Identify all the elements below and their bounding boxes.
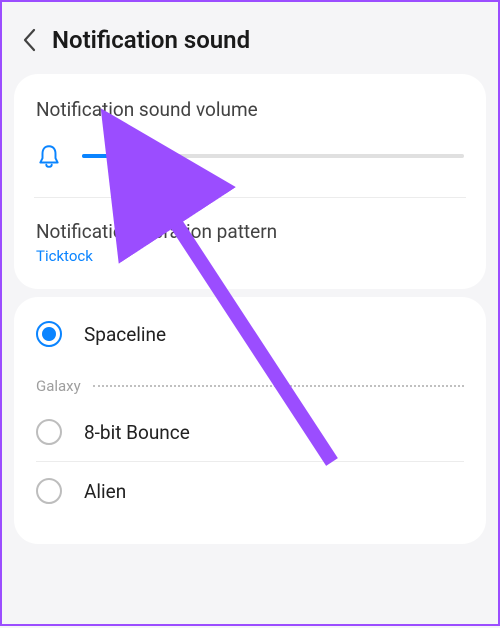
sound-label: Spaceline	[84, 323, 166, 346]
sound-option-alien[interactable]: Alien	[36, 462, 464, 520]
sounds-card: Spaceline Galaxy 8-bit Bounce Alien	[14, 297, 486, 544]
volume-label: Notification sound volume	[36, 98, 464, 121]
radio-checked-icon	[36, 321, 62, 347]
vibration-value: Ticktock	[36, 247, 464, 265]
group-label: Galaxy	[36, 377, 81, 395]
radio-unchecked-icon	[36, 419, 62, 445]
volume-slider[interactable]	[82, 144, 464, 168]
dotted-divider	[93, 385, 464, 387]
sound-label: 8-bit Bounce	[84, 421, 190, 444]
vibration-setting[interactable]: Notification vibration pattern Ticktock	[36, 220, 464, 265]
radio-unchecked-icon	[36, 478, 62, 504]
sound-option-spaceline[interactable]: Spaceline	[36, 321, 464, 363]
page-title: Notification sound	[52, 26, 250, 54]
slider-thumb[interactable]	[128, 141, 158, 171]
volume-card: Notification sound volume Notification v…	[14, 74, 486, 289]
back-icon[interactable]	[22, 28, 36, 52]
bell-icon	[36, 143, 62, 169]
sound-label: Alien	[84, 480, 126, 503]
vibration-label: Notification vibration pattern	[36, 220, 464, 243]
sound-option-8bit-bounce[interactable]: 8-bit Bounce	[36, 403, 464, 461]
